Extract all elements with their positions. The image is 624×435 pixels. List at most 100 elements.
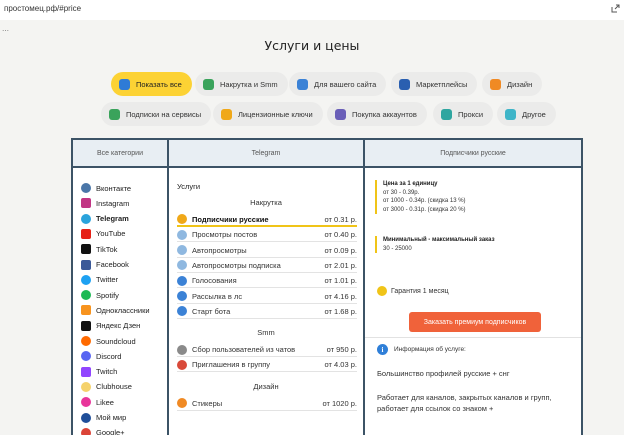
category-item[interactable]: Likee bbox=[81, 395, 114, 409]
url-text: простомец.рф/#price bbox=[4, 4, 82, 13]
filter-label: Показать все bbox=[136, 79, 182, 89]
eye-icon bbox=[177, 260, 187, 271]
category-icon bbox=[81, 183, 91, 193]
filter-globe-button[interactable]: Для вашего сайта bbox=[289, 72, 387, 96]
category-label: YouTube bbox=[96, 229, 126, 239]
service-price: от 1.01 р. bbox=[324, 276, 357, 286]
eye-icon bbox=[177, 229, 187, 240]
category-item[interactable]: YouTube bbox=[81, 227, 125, 241]
category-item[interactable]: Clubhouse bbox=[81, 380, 132, 394]
filter-chart-button[interactable]: Накрутка и Smm bbox=[195, 72, 288, 96]
category-item[interactable]: Soundcloud bbox=[81, 334, 136, 348]
category-item[interactable]: Яндекс Дзен bbox=[81, 319, 140, 333]
guarantee-text: Гарантия 1 месяц bbox=[391, 287, 449, 295]
service-row[interactable]: Сбор пользователей из чатов от 950 р. bbox=[177, 343, 357, 358]
filter-label: Прокси bbox=[458, 109, 484, 119]
service-row[interactable]: Рассылка в лс от 4.16 р. bbox=[177, 290, 357, 304]
filter-dots-button[interactable]: Другое bbox=[497, 102, 556, 126]
category-label: Discord bbox=[96, 351, 122, 361]
category-label: Likee bbox=[96, 397, 114, 407]
category-icon bbox=[81, 351, 91, 362]
service-price: от 950 р. bbox=[326, 345, 357, 355]
category-item[interactable]: Одноклассники bbox=[81, 303, 150, 317]
service-info-text: Информация об услуге: bbox=[394, 346, 466, 353]
service-row[interactable]: Стикеры от 1020 р. bbox=[177, 397, 357, 411]
category-label: Мой мир bbox=[96, 413, 127, 422]
category-label: Twitter bbox=[96, 275, 119, 285]
category-label: Clubhouse bbox=[96, 382, 132, 392]
service-row[interactable]: Автопросмотры от 0.09 р. bbox=[177, 244, 357, 258]
category-item[interactable]: TikTok bbox=[81, 242, 117, 256]
check-icon bbox=[109, 108, 120, 120]
category-icon bbox=[81, 397, 91, 408]
category-icon bbox=[81, 320, 91, 331]
service-row[interactable]: Просмотры постов от 0.40 р. bbox=[177, 228, 357, 243]
service-name: Сбор пользователей из чатов bbox=[192, 345, 296, 355]
category-label: Яндекс Дзен bbox=[96, 321, 141, 331]
filter-label: Покупка аккаунтов bbox=[352, 109, 417, 119]
open-external-icon[interactable] bbox=[611, 4, 620, 13]
category-item[interactable]: Instagram bbox=[81, 196, 129, 210]
category-item[interactable]: Twitter bbox=[81, 273, 118, 287]
category-icon bbox=[81, 305, 91, 316]
service-row[interactable]: Приглашения в группу от 4.03 р. bbox=[177, 358, 357, 373]
price-title: Цена за 1 единицу bbox=[383, 181, 438, 187]
order-range-box: Минимальный - максимальный заказ 30 - 25… bbox=[375, 236, 499, 253]
filter-brush-button[interactable]: Дизайн bbox=[482, 72, 543, 96]
section-title: Накрутка bbox=[250, 198, 282, 207]
service-info-label: i Информация об услуге: bbox=[377, 344, 466, 355]
category-item[interactable]: Discord bbox=[81, 349, 121, 363]
service-price: от 2.01 р. bbox=[324, 260, 357, 270]
category-label: Twitch bbox=[96, 367, 118, 377]
category-item[interactable]: Facebook bbox=[81, 258, 129, 272]
lightbulb-icon bbox=[377, 286, 387, 296]
category-icon bbox=[81, 244, 91, 255]
proxy-icon bbox=[441, 108, 452, 120]
service-name: Стикеры bbox=[192, 398, 223, 408]
category-item[interactable]: Telegram bbox=[81, 212, 129, 226]
category-label: Вконтакте bbox=[96, 183, 132, 193]
category-item[interactable]: Twitch bbox=[81, 365, 117, 379]
category-icon bbox=[81, 198, 91, 209]
service-name: Голосования bbox=[192, 276, 237, 286]
categories-header: Все категории bbox=[73, 140, 167, 168]
mail-icon bbox=[177, 291, 187, 301]
category-icon bbox=[81, 336, 91, 346]
category-item[interactable]: Вконтакте bbox=[81, 181, 131, 195]
category-label: Одноклассники bbox=[96, 305, 150, 315]
service-row[interactable]: Подписчики русские от 0.31 р. bbox=[177, 213, 357, 227]
service-row[interactable]: Автопросмотры подписка от 2.01 р. bbox=[177, 259, 357, 273]
key-icon bbox=[221, 108, 232, 120]
order-button[interactable]: Заказать премиум подписчиков bbox=[409, 312, 541, 332]
users-icon bbox=[177, 214, 187, 224]
service-price: от 0.40 р. bbox=[324, 230, 357, 240]
category-label: Telegram bbox=[96, 214, 129, 224]
service-row[interactable]: Старт бота от 1.68 р. bbox=[177, 305, 357, 319]
service-name: Приглашения в группу bbox=[192, 360, 271, 370]
filter-label: Накрутка и Smm bbox=[220, 79, 278, 89]
bot-icon bbox=[177, 306, 187, 317]
order-range-value: 30 - 25000 bbox=[383, 245, 412, 252]
filter-label: Дизайн bbox=[507, 79, 533, 89]
category-label: Soundcloud bbox=[96, 336, 136, 346]
category-label: Spotify bbox=[96, 290, 119, 300]
detail-panel: Подписчики русские Цена за 1 единицу от … bbox=[363, 138, 583, 435]
filter-key-button[interactable]: Лицензионные ключи bbox=[213, 102, 323, 126]
category-item[interactable]: Google+ bbox=[81, 426, 125, 435]
service-row[interactable]: Голосования от 1.01 р. bbox=[177, 274, 357, 289]
page-title: Услуги и цены bbox=[264, 38, 360, 53]
service-price: от 1.68 р. bbox=[324, 306, 357, 316]
category-item[interactable]: Мой мир bbox=[81, 411, 126, 425]
filter-store-button[interactable]: Маркетплейсы bbox=[391, 72, 478, 96]
address-bar[interactable]: простомец.рф/#price bbox=[0, 0, 624, 20]
services-group-label: Услуги bbox=[177, 182, 201, 191]
chart-icon bbox=[203, 78, 214, 90]
category-icon bbox=[81, 290, 91, 301]
globe-icon bbox=[297, 78, 308, 90]
filter-proxy-button[interactable]: Прокси bbox=[433, 102, 494, 126]
filter-user-button[interactable]: Покупка аккаунтов bbox=[327, 102, 427, 126]
category-item[interactable]: Spotify bbox=[81, 288, 119, 302]
filter-share-button[interactable]: Показать все bbox=[111, 72, 192, 96]
share-icon bbox=[119, 78, 130, 90]
filter-check-button[interactable]: Подписки на сервисы bbox=[101, 102, 212, 126]
